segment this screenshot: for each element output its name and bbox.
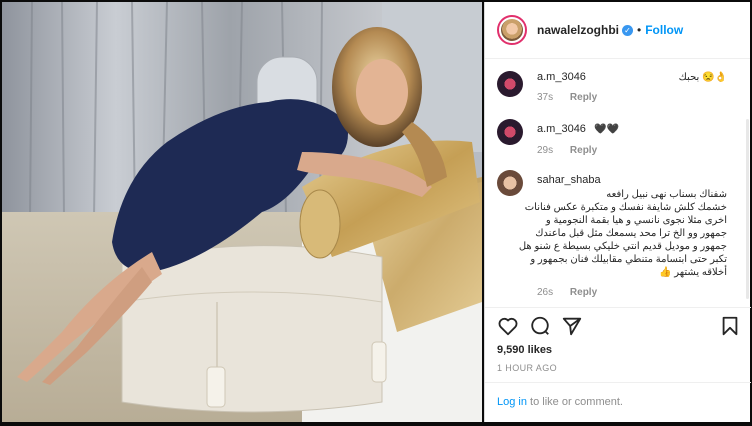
comment-username[interactable]: a.m_3046 xyxy=(537,71,586,84)
reply-button[interactable]: Reply xyxy=(570,92,597,103)
paper-plane-icon[interactable] xyxy=(561,315,583,337)
header-separator: • xyxy=(637,23,642,37)
profile-avatar[interactable] xyxy=(497,15,527,45)
login-prompt-text: to like or comment. xyxy=(526,396,623,408)
comment-text-line: جمهور و موديل قديم انتي خليكي بسيطة ع شن… xyxy=(518,241,727,252)
comments-panel: nawalelzoghbi ✓ • Follow a.m_3046 👌😒 بحب… xyxy=(484,2,751,422)
commenter-avatar[interactable] xyxy=(497,119,523,145)
bookmark-icon[interactable] xyxy=(719,315,741,337)
comment-text: 🖤🖤 xyxy=(594,124,620,135)
verified-badge-icon: ✓ xyxy=(622,24,634,36)
comment-time: 29s xyxy=(537,145,554,156)
divider xyxy=(485,382,751,383)
comment-text: 👌😒 بحبك xyxy=(678,72,727,83)
comments-list: a.m_3046 👌😒 بحبك 37s Reply a.m_3046 🖤🖤 2… xyxy=(485,59,751,307)
comment-username[interactable]: sahar_shaba xyxy=(537,174,601,186)
heart-icon[interactable] xyxy=(497,315,519,337)
instagram-post-window: nawalelzoghbi ✓ • Follow a.m_3046 👌😒 بحب… xyxy=(0,0,752,426)
follow-button[interactable]: Follow xyxy=(645,23,683,37)
post-photo[interactable] xyxy=(2,2,482,422)
post-time[interactable]: 1 HOUR AGO xyxy=(497,363,557,373)
reply-button[interactable]: Reply xyxy=(570,287,597,298)
post-photo-image xyxy=(2,2,482,422)
comment-text-line: اخرى مثلا نجوى نانسي و هيا بقمة النجومية… xyxy=(545,215,727,226)
comment-username[interactable]: a.m_3046 xyxy=(537,123,586,135)
comment-text-line: تكبر حتى ابتسامة متنطي مقابيلك فنان بجمه… xyxy=(530,254,727,265)
action-bar xyxy=(497,315,741,339)
commenter-avatar[interactable] xyxy=(497,71,523,97)
divider xyxy=(485,307,751,308)
reply-button[interactable]: Reply xyxy=(570,145,597,156)
comments-scrollbar[interactable] xyxy=(746,119,749,299)
login-prompt: Log in to like or comment. xyxy=(497,396,623,408)
comment-time: 26s xyxy=(537,287,554,298)
profile-username[interactable]: nawalelzoghbi xyxy=(537,23,619,37)
comment-bubble-icon[interactable] xyxy=(529,315,551,337)
comment-text-line: أخلاقه يشتهر 👍 xyxy=(659,267,727,278)
login-link[interactable]: Log in xyxy=(497,396,527,408)
comment-time: 37s xyxy=(537,92,554,103)
comment-text-line: خشمك كلش شايفة نفسك و متكبرة عكس فنانات xyxy=(524,202,727,213)
likes-count[interactable]: 9,590 likes xyxy=(497,344,552,356)
post-header: nawalelzoghbi ✓ • Follow xyxy=(485,2,750,59)
comment-text-line: جمهور وو الخ ترا محد يسمعك مثل قبل ماعند… xyxy=(535,228,727,239)
comment-text-line: شفناك بسناب نهى نبيل رافعه xyxy=(606,189,727,200)
